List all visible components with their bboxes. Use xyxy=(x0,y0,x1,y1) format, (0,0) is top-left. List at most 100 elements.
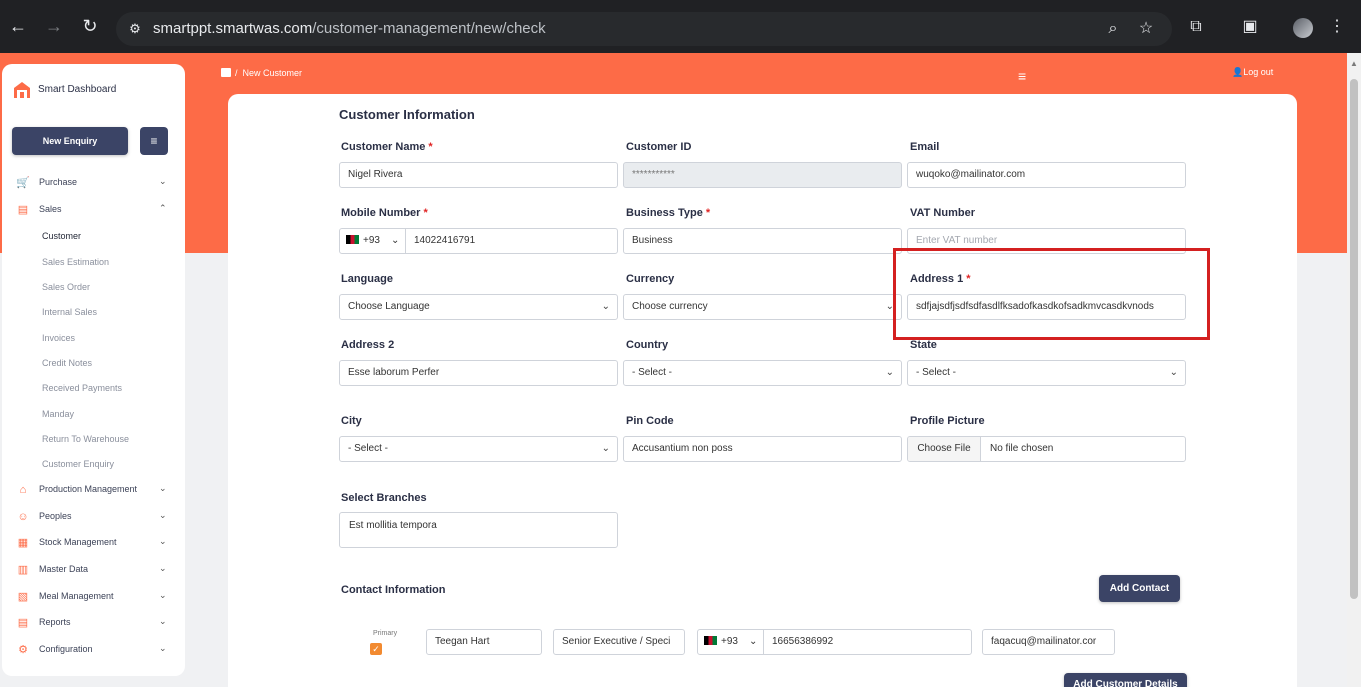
business-type-label: Business Type * xyxy=(626,207,711,219)
sidebar-item-configuration[interactable]: ⚙ Configuration ⌄ xyxy=(2,640,185,660)
home-icon[interactable] xyxy=(221,68,231,77)
language-label: Language xyxy=(341,273,393,285)
site-info-icon[interactable]: ⚙ xyxy=(126,20,144,38)
brand-name: Smart Dashboard xyxy=(38,84,117,95)
email-field[interactable]: wuqoko@mailinator.com xyxy=(907,162,1186,188)
mobile-number-label: Mobile Number * xyxy=(341,207,428,219)
reload-icon[interactable]: ↻ xyxy=(80,16,100,36)
user-icon: 👤 xyxy=(1232,67,1244,77)
currency-label: Currency xyxy=(626,273,675,285)
page-scrollbar[interactable]: ▲ xyxy=(1347,53,1361,687)
chevron-up-icon: ⌃ xyxy=(159,203,167,213)
sidebar-subitem-customer[interactable]: Customer xyxy=(42,231,81,241)
database-icon: ▥ xyxy=(17,564,29,576)
sidebar-subitem-received-payments[interactable]: Received Payments xyxy=(42,383,122,393)
primary-checkbox[interactable]: ✓ xyxy=(370,643,382,655)
pin-code-field[interactable]: Accusantium non poss xyxy=(623,436,902,462)
config-icon: ⚙ xyxy=(18,644,28,656)
stock-icon: ▦ xyxy=(17,537,29,549)
address-bar[interactable]: ⚙ smartppt.smartwas.com/customer-managem… xyxy=(116,12,1172,46)
chevron-down-icon: ⌄ xyxy=(159,643,167,653)
contact-email-field[interactable]: faqacuq@mailinator.cor xyxy=(982,629,1115,655)
sidebar-subitem-return-to-warehouse[interactable]: Return To Warehouse xyxy=(42,434,129,444)
chevron-down-icon: ⌄ xyxy=(601,301,610,312)
contact-information-title: Contact Information xyxy=(341,584,446,596)
new-enquiry-button[interactable]: New Enquiry xyxy=(12,127,128,155)
people-icon: ☺ xyxy=(17,511,29,523)
choose-file-button[interactable]: Choose File xyxy=(908,437,981,461)
branches-field[interactable]: Est mollitia tempora xyxy=(339,512,618,548)
chevron-down-icon: ⌄ xyxy=(601,443,610,454)
tab-search-icon[interactable]: ▣ xyxy=(1240,17,1260,37)
sidebar-item-purchase[interactable]: 🛒 Purchase ⌄ xyxy=(2,173,185,193)
mobile-country-code-select[interactable]: +93 ⌄ xyxy=(339,228,406,254)
customer-name-field[interactable]: Nigel Rivera xyxy=(339,162,618,188)
chevron-down-icon: ⌄ xyxy=(391,235,400,246)
currency-select[interactable]: Choose currency ⌄ xyxy=(623,294,902,320)
sidebar: Smart Dashboard New Enquiry ≡ 🛒 Purchase… xyxy=(2,64,185,676)
customer-id-field: *********** xyxy=(623,162,902,188)
hamburger-icon[interactable]: ≡ xyxy=(1018,68,1026,84)
profile-picture-input[interactable]: Choose File No file chosen xyxy=(907,436,1186,462)
chevron-down-icon: ⌄ xyxy=(159,590,167,600)
forward-icon[interactable]: → xyxy=(44,16,64,36)
sidebar-item-meal-management[interactable]: ▧ Meal Management ⌄ xyxy=(2,587,185,607)
chevron-down-icon: ⌄ xyxy=(159,510,167,520)
reports-icon: ▤ xyxy=(17,617,29,629)
city-select[interactable]: - Select - ⌄ xyxy=(339,436,618,462)
extensions-icon[interactable]: ⧉ xyxy=(1186,17,1206,37)
sales-icon: ▤ xyxy=(17,204,29,216)
sidebar-subitem-sales-estimation[interactable]: Sales Estimation xyxy=(42,257,109,267)
breadcrumb: / New Customer xyxy=(221,68,302,78)
scrollbar-thumb[interactable] xyxy=(1350,79,1358,599)
sidebar-item-reports[interactable]: ▤ Reports ⌄ xyxy=(2,613,185,633)
file-status-text: No file chosen xyxy=(990,443,1054,454)
zoom-icon[interactable]: ⌕ xyxy=(1103,19,1123,39)
breadcrumb-current: New Customer xyxy=(242,68,303,78)
country-select[interactable]: - Select - ⌄ xyxy=(623,360,902,386)
sidebar-item-peoples[interactable]: ☺ Peoples ⌄ xyxy=(2,507,185,527)
annotation-highlight-box xyxy=(893,248,1210,340)
back-icon[interactable]: ← xyxy=(8,16,28,36)
scroll-up-icon[interactable]: ▲ xyxy=(1350,59,1358,68)
profile-picture-label: Profile Picture xyxy=(910,415,985,427)
email-label: Email xyxy=(910,141,940,153)
logout-link[interactable]: 👤Log out xyxy=(1232,67,1273,78)
sidebar-subitem-manday[interactable]: Manday xyxy=(42,409,74,419)
section-title-customer-information: Customer Information xyxy=(339,107,475,122)
add-customer-details-button[interactable]: Add Customer Details xyxy=(1064,673,1187,687)
url-text[interactable]: smartppt.smartwas.com/customer-managemen… xyxy=(153,20,546,38)
profile-avatar[interactable] xyxy=(1293,18,1313,38)
browser-menu-icon[interactable]: ⋮ xyxy=(1327,17,1347,37)
sidebar-item-stock-management[interactable]: ▦ Stock Management ⌄ xyxy=(2,533,185,553)
browser-toolbar: ← → ↻ ⚙ smartppt.smartwas.com/customer-m… xyxy=(0,0,1361,53)
city-label: City xyxy=(341,415,362,427)
sidebar-subitem-customer-enquiry[interactable]: Customer Enquiry xyxy=(42,459,114,469)
contact-designation-field[interactable]: Senior Executive / Speci xyxy=(553,629,685,655)
sidebar-item-sales[interactable]: ▤ Sales ⌃ xyxy=(2,200,185,220)
page: Smart Dashboard New Enquiry ≡ 🛒 Purchase… xyxy=(0,53,1347,687)
mobile-number-field[interactable]: 14022416791 xyxy=(405,228,618,254)
business-type-field[interactable]: Business xyxy=(623,228,902,254)
contact-name-field[interactable]: Teegan Hart xyxy=(426,629,542,655)
sidebar-subitem-credit-notes[interactable]: Credit Notes xyxy=(42,358,92,368)
contact-country-code-select[interactable]: +93 ⌄ xyxy=(697,629,764,655)
sidebar-subitem-invoices[interactable]: Invoices xyxy=(42,333,75,343)
address-2-field[interactable]: Esse laborum Perfer xyxy=(339,360,618,386)
meal-icon: ▧ xyxy=(17,591,29,603)
language-select[interactable]: Choose Language ⌄ xyxy=(339,294,618,320)
address-2-label: Address 2 xyxy=(341,339,395,351)
chevron-down-icon: ⌄ xyxy=(159,616,167,626)
bookmark-star-icon[interactable]: ☆ xyxy=(1136,19,1156,39)
state-label: State xyxy=(910,339,937,351)
chevron-down-icon: ⌄ xyxy=(159,483,167,493)
sidebar-subitem-sales-order[interactable]: Sales Order xyxy=(42,282,90,292)
chevron-down-icon: ⌄ xyxy=(159,563,167,573)
sidebar-item-production-management[interactable]: ⌂ Production Management ⌄ xyxy=(2,480,185,500)
add-contact-button[interactable]: Add Contact xyxy=(1099,575,1180,602)
sidebar-subitem-internal-sales[interactable]: Internal Sales xyxy=(42,307,97,317)
menu-toggle-button[interactable]: ≡ xyxy=(140,127,168,155)
state-select[interactable]: - Select - ⌄ xyxy=(907,360,1186,386)
sidebar-item-master-data[interactable]: ▥ Master Data ⌄ xyxy=(2,560,185,580)
contact-phone-field[interactable]: 16656386992 xyxy=(763,629,972,655)
